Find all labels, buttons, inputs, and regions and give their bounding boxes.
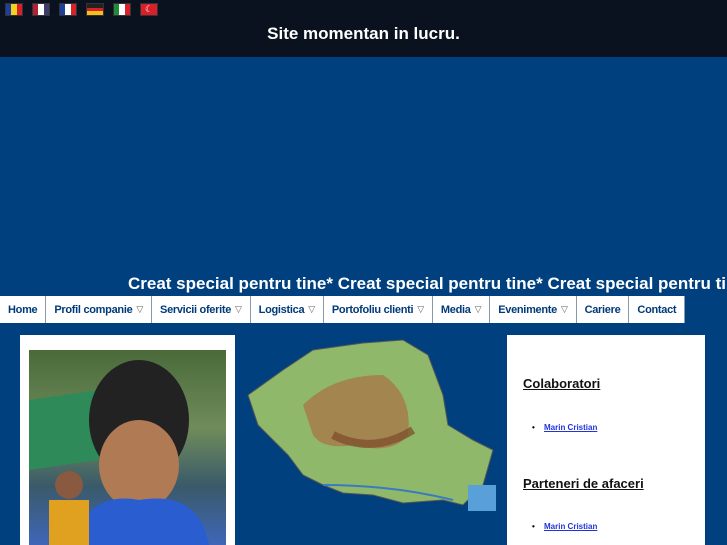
- nav-label: Cariere: [584, 303, 621, 316]
- nav-label: Portofoliu clienti: [331, 303, 414, 316]
- nav-item-evenimente[interactable]: Evenimente ▽: [490, 296, 577, 323]
- nav-item-logistica[interactable]: Logistica ▽: [251, 296, 324, 323]
- flag-en-icon[interactable]: [32, 3, 50, 16]
- flag-ro-icon[interactable]: [5, 3, 23, 16]
- nav-label: Profil companie: [54, 303, 133, 316]
- nav-item-contact[interactable]: Contact: [629, 296, 686, 323]
- partener-link[interactable]: Marin Cristian: [532, 522, 597, 531]
- flag-it-icon[interactable]: [113, 3, 131, 16]
- nav-item-cariere[interactable]: Cariere: [577, 296, 630, 323]
- nav-label: Home: [8, 303, 38, 316]
- top-bar: ☾ Site momentan in lucru.: [0, 0, 727, 57]
- nav-item-home[interactable]: Home: [0, 296, 47, 323]
- photo-panel: [20, 335, 235, 545]
- chevron-down-icon: ▽: [560, 304, 568, 314]
- flag-fr-icon[interactable]: [59, 3, 77, 16]
- chevron-down-icon: ▽: [235, 304, 242, 314]
- colaborator-link[interactable]: Marin Cristian: [532, 423, 597, 432]
- nav-item-profil-companie[interactable]: Profil companie ▽: [46, 296, 153, 323]
- main-nav: Home Profil companie ▽ Servicii oferite ▽ Log…: [0, 296, 686, 323]
- nav-item-servicii-oferite[interactable]: Servicii oferite ▽: [152, 296, 251, 323]
- chevron-down-icon: ▽: [136, 304, 144, 314]
- nav-item-media[interactable]: Media ▽: [433, 296, 491, 323]
- romania-map: [243, 335, 497, 511]
- marquee-text: Creat special pentru tine* Creat special…: [128, 274, 727, 293]
- person-photo: [29, 350, 226, 545]
- nav-label: Servicii oferite: [160, 303, 232, 316]
- site-status-title: Site momentan in lucru.: [267, 24, 460, 43]
- nav-label: Contact: [637, 303, 677, 316]
- partners-panel: Colaboratori Marin Cristian Parteneri de…: [507, 335, 705, 545]
- nav-label: Media: [440, 303, 471, 316]
- chevron-down-icon: ▽: [308, 304, 315, 314]
- language-flags: ☾: [5, 3, 158, 16]
- nav-label: Evenimente: [498, 303, 557, 316]
- nav-label: Logistica: [258, 303, 305, 316]
- chevron-down-icon: ▽: [474, 304, 482, 314]
- colaboratori-heading: Colaboratori: [523, 376, 601, 391]
- flag-tr-icon[interactable]: ☾: [140, 3, 158, 16]
- nav-item-portofoliu-clienti[interactable]: Portofoliu clienti ▽: [324, 296, 433, 323]
- chevron-down-icon: ▽: [417, 304, 424, 314]
- parteneri-heading: Parteneri de afaceri: [523, 476, 644, 491]
- flag-de-icon[interactable]: [86, 3, 104, 16]
